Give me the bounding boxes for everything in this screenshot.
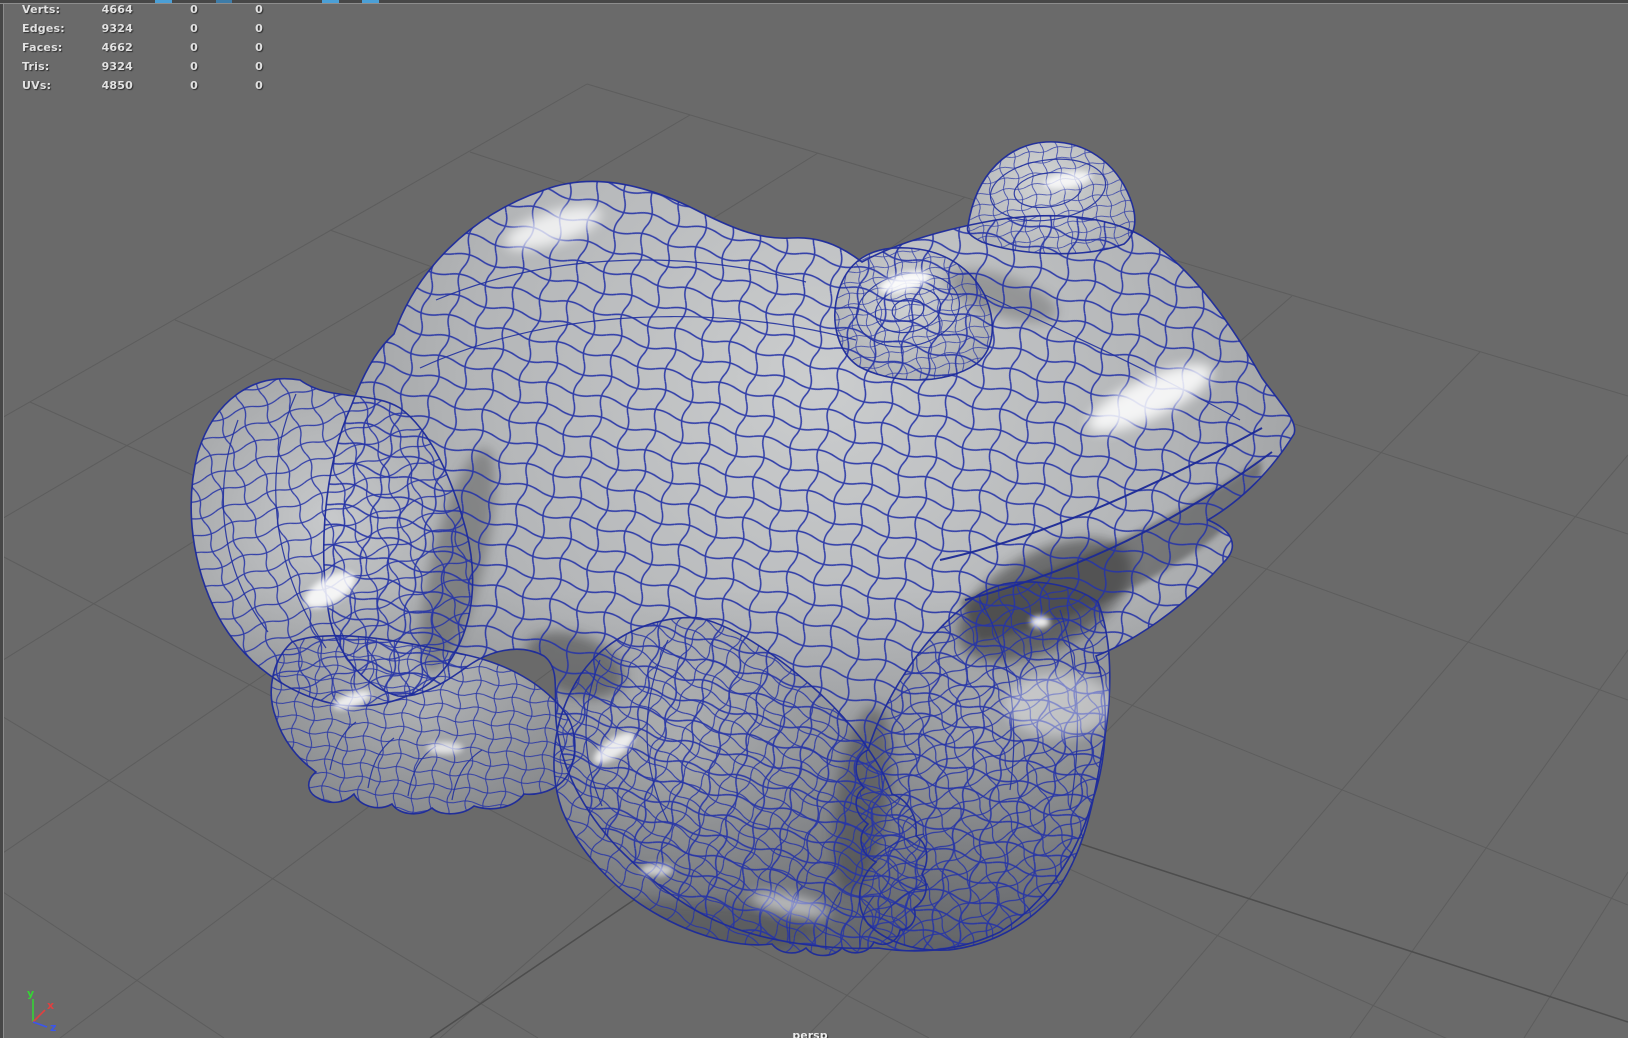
hud-uvs-col3: 0 bbox=[255, 79, 263, 92]
hud-faces-col2: 0 bbox=[190, 41, 198, 54]
x-axis-line bbox=[32, 1009, 46, 1023]
cropped-toolbar-icon[interactable] bbox=[322, 0, 339, 3]
hud-edges-col3: 0 bbox=[255, 22, 263, 35]
maya-viewport-window: Verts: 4664 0 0 Edges: 9324 0 0 Faces: 4… bbox=[0, 0, 1628, 1038]
z-axis-label: z bbox=[50, 1021, 56, 1034]
hud-uvs-total: 4850 bbox=[101, 79, 133, 92]
viewport-3d[interactable] bbox=[0, 0, 1628, 1038]
camera-name-label: persp bbox=[792, 1029, 828, 1038]
hud-edges-col2: 0 bbox=[190, 22, 198, 35]
z-axis-line bbox=[32, 1021, 48, 1028]
cropped-toolbar-icon[interactable] bbox=[362, 0, 379, 3]
hud-verts-col3: 0 bbox=[255, 3, 263, 16]
y-axis-label: y bbox=[27, 987, 34, 1000]
hud-edges-total: 9324 bbox=[101, 22, 133, 35]
view-axis-gizmo[interactable]: y x z bbox=[14, 983, 74, 1038]
hud-tris-col2: 0 bbox=[190, 60, 198, 73]
viewport-left-border-highlight bbox=[3, 4, 4, 1038]
hud-faces-total: 4662 bbox=[101, 41, 133, 54]
hud-verts-col2: 0 bbox=[190, 3, 198, 16]
hud-tris-col3: 0 bbox=[255, 60, 263, 73]
hud-uvs-col2: 0 bbox=[190, 79, 198, 92]
x-axis-label: x bbox=[47, 999, 54, 1012]
hud-tris-total: 9324 bbox=[101, 60, 133, 73]
hud-verts-total: 4664 bbox=[101, 3, 133, 16]
hud-faces-col3: 0 bbox=[255, 41, 263, 54]
cropped-toolbar-icon[interactable] bbox=[216, 0, 232, 3]
